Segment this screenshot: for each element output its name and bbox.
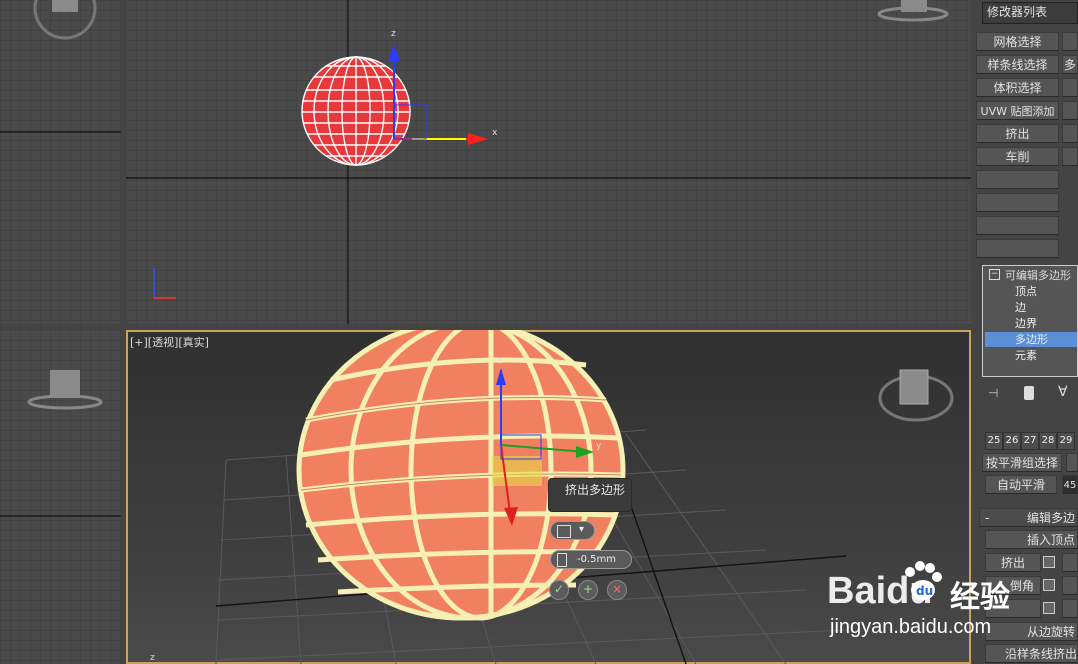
chevron-down-icon: ▾ <box>579 524 585 535</box>
smoothing-group-28[interactable]: 28 <box>1039 432 1057 450</box>
modifier-button-extrude[interactable]: 挤出 <box>976 124 1059 143</box>
axis-z-label: z <box>391 29 396 39</box>
viewport-left[interactable] <box>0 330 121 664</box>
modifier-button-right[interactable] <box>1062 147 1078 166</box>
modifier-button-empty[interactable] <box>976 239 1059 258</box>
stack-item-polygon[interactable]: 多边形 <box>985 332 1077 347</box>
inset-button[interactable] <box>1062 576 1078 595</box>
viewport-front[interactable]: x z <box>126 0 971 324</box>
smoothing-group-27[interactable]: 27 <box>1021 432 1039 450</box>
extrude-type-icon <box>557 525 571 538</box>
height-value: -0.5mm <box>577 554 616 565</box>
auto-smooth-button[interactable]: 自动平滑 <box>985 475 1057 494</box>
svg-text:du: du <box>916 584 933 598</box>
watermark-url: jingyan.baidu.com <box>830 616 992 638</box>
axis-z-label: z <box>498 356 503 366</box>
svg-text:z: z <box>150 653 155 663</box>
pin-stack-icon[interactable]: ⊣ <box>988 386 1002 400</box>
axis-y-label: y <box>596 441 602 451</box>
axis-x-label: x <box>492 128 498 138</box>
viewport-grid <box>0 0 121 324</box>
viewport-grid <box>0 330 121 664</box>
modifier-button-right[interactable] <box>1062 32 1078 51</box>
modifier-button-mesh-select[interactable]: 网格选择 <box>976 32 1059 51</box>
extrude-polygon-tooltip: 挤出多边形 <box>548 478 632 512</box>
smoothing-group-26[interactable]: 26 <box>1003 432 1021 450</box>
clear-all-button[interactable] <box>1066 453 1078 472</box>
stack-item-vertex[interactable]: 顶点 <box>1015 284 1037 299</box>
tooltip-text: 挤出多边形 <box>565 483 626 497</box>
height-icon <box>557 553 567 567</box>
bevel-settings-icon[interactable] <box>1043 579 1055 591</box>
flip-button[interactable] <box>1062 599 1078 618</box>
auto-smooth-threshold-field[interactable]: 45 <box>1062 475 1078 494</box>
modifier-button-empty[interactable] <box>976 170 1059 189</box>
outline-button[interactable] <box>1062 553 1078 572</box>
extrude-button[interactable]: 挤出 <box>985 553 1041 572</box>
viewcube-icon <box>899 369 929 405</box>
extrude-settings-icon[interactable] <box>1043 556 1055 568</box>
viewport-grid: x z <box>126 0 971 324</box>
modifier-button-lathe[interactable]: 车削 <box>976 147 1059 166</box>
modifier-button-right[interactable]: 多 <box>1062 55 1078 74</box>
make-unique-icon[interactable]: ∀ <box>1058 384 1068 400</box>
hinge-from-edge-button[interactable]: 从边旋转 <box>985 622 1078 641</box>
stack-item-element[interactable]: 元素 <box>1015 348 1037 363</box>
show-end-result-icon[interactable] <box>1024 386 1034 400</box>
paw-logo-icon: du <box>900 560 944 604</box>
modifier-button-empty[interactable] <box>976 193 1059 212</box>
modifier-button-empty[interactable] <box>976 216 1059 235</box>
modifier-button-uvw[interactable]: UVW 贴图添加 <box>976 101 1059 120</box>
viewport-label[interactable]: [+][透视][真实] <box>130 334 209 350</box>
watermark-brand-cn: 经验 <box>950 580 1010 615</box>
stack-item-edge[interactable]: 边 <box>1015 300 1026 315</box>
modifier-list-dropdown[interactable]: 修改器列表 <box>982 2 1078 24</box>
extrude-type-dropdown[interactable]: ▾ <box>550 521 595 540</box>
modifier-stack[interactable]: − 可编辑多边形 顶点 边 边界 多边形 元素 <box>982 265 1078 377</box>
apply-plus-icon[interactable]: + <box>578 580 598 600</box>
hinge-settings-icon[interactable] <box>1043 602 1055 614</box>
insert-vertex-button[interactable]: 插入顶点 <box>985 530 1078 549</box>
extrude-along-spline-button[interactable]: 沿样条线挤出 <box>985 644 1078 663</box>
sphere-object <box>296 330 626 621</box>
smoothing-group-25[interactable]: 25 <box>985 432 1003 450</box>
modifier-button-right[interactable] <box>1062 124 1078 143</box>
stack-item-border[interactable]: 边界 <box>1015 316 1037 331</box>
select-by-smoothing-group-button[interactable]: 按平滑组选择 <box>982 453 1062 472</box>
modifier-button-right[interactable] <box>1062 78 1078 97</box>
stack-item-editable-poly[interactable]: 可编辑多边形 <box>1005 267 1071 283</box>
extrude-height-field[interactable]: -0.5mm <box>550 550 632 569</box>
smoothing-group-29[interactable]: 29 <box>1057 432 1075 450</box>
collapse-icon[interactable]: − <box>989 269 1000 280</box>
edit-polygons-rollout-header[interactable]: - 编辑多边 <box>979 508 1078 527</box>
cancel-x-icon[interactable]: × <box>607 580 627 600</box>
modifier-button-spline-select[interactable]: 样条线选择 <box>976 55 1059 74</box>
modifier-button-right[interactable] <box>1062 101 1078 120</box>
rollout-title: 编辑多边 <box>1026 511 1075 525</box>
viewport-top-left[interactable] <box>0 0 121 324</box>
rollout-collapse-icon: - <box>985 511 990 525</box>
ok-check-icon[interactable]: ✓ <box>549 580 569 600</box>
modifier-button-volume-select[interactable]: 体积选择 <box>976 78 1059 97</box>
viewcube-icon <box>50 370 80 398</box>
